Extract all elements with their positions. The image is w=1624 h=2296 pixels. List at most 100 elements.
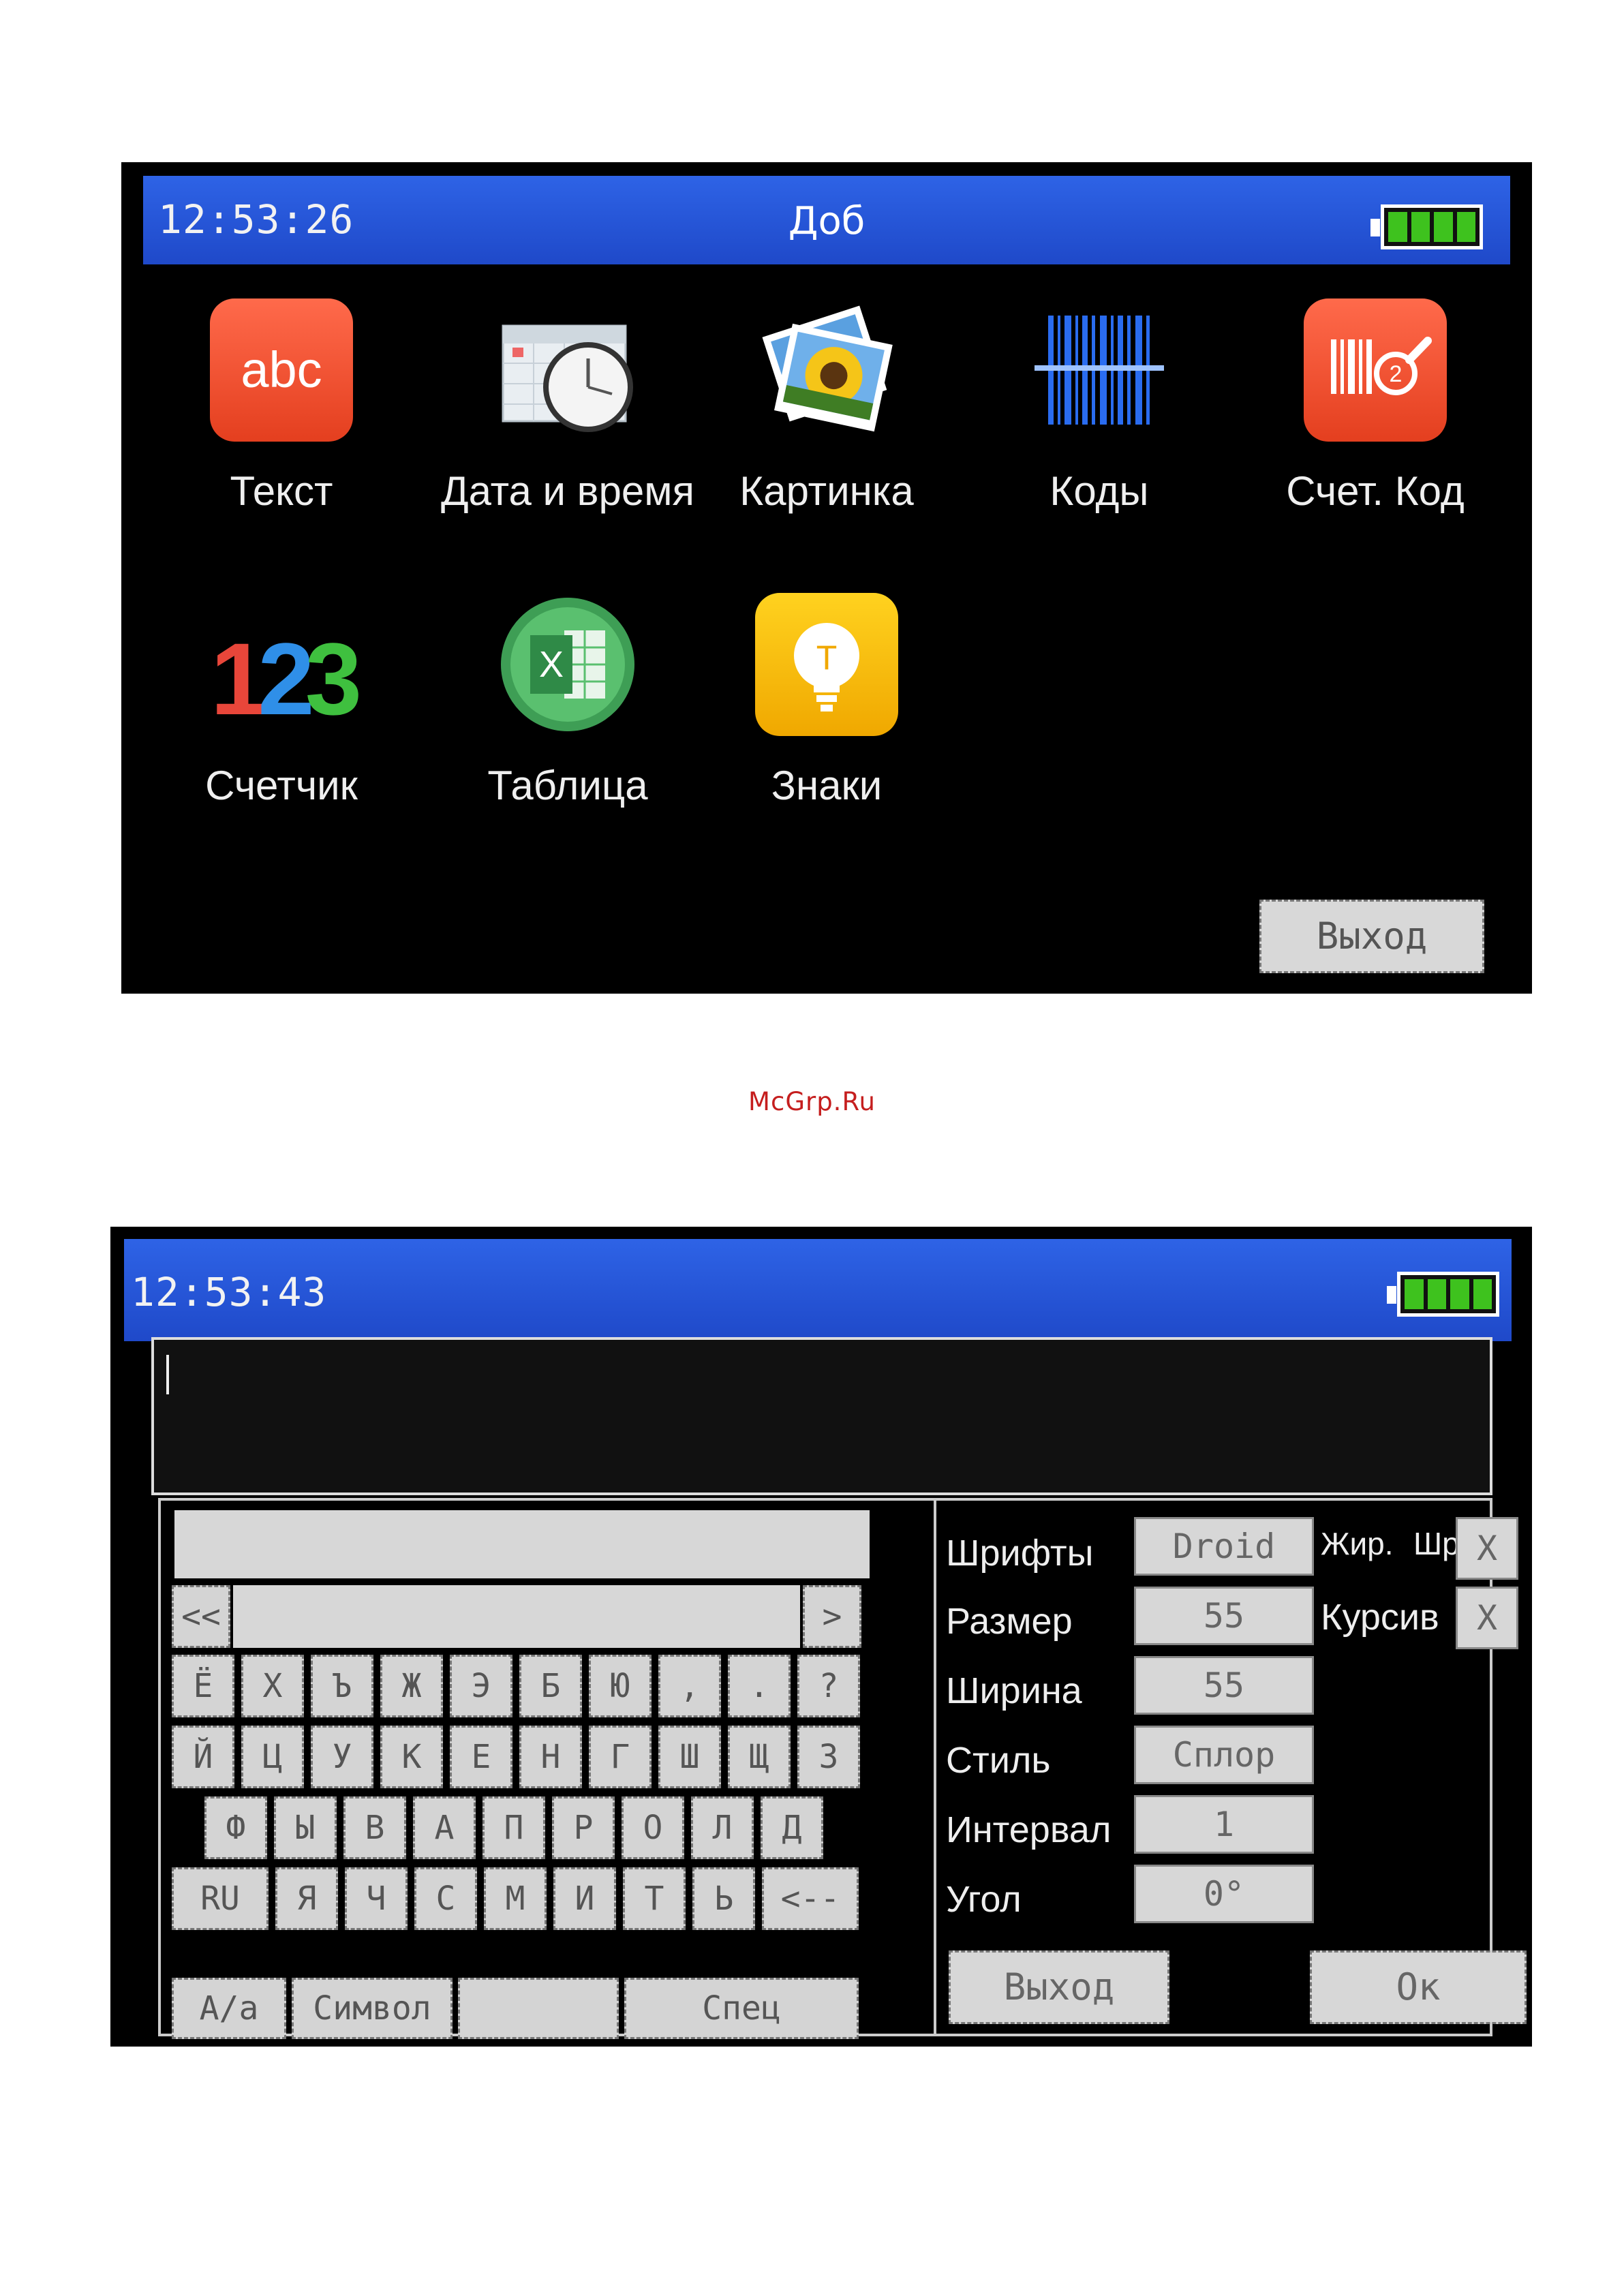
key[interactable]: П: [482, 1796, 545, 1859]
key[interactable]: В: [343, 1796, 406, 1859]
key[interactable]: Б: [519, 1655, 582, 1717]
font-field[interactable]: Droid: [1134, 1517, 1314, 1576]
key[interactable]: Ъ: [311, 1655, 373, 1717]
key[interactable]: И: [553, 1867, 616, 1930]
app-table[interactable]: X Таблица: [431, 593, 704, 809]
ok-button[interactable]: Ок: [1310, 1950, 1527, 2024]
exit-button[interactable]: Выход: [1259, 900, 1484, 973]
fonts-label: Шрифты: [946, 1533, 1094, 1574]
add-menu-screen: 12:53:26 Доб abc Текст Дата и время Карт…: [121, 162, 1532, 994]
key[interactable]: Ы: [274, 1796, 337, 1859]
key[interactable]: Ь: [692, 1867, 755, 1930]
text-edit-screen: 12:53:43 << > Ё Х Ъ Ж Э Б Ю,.? ЙЦУКЕНГШЩЗ ФЫВА…: [110, 1227, 1532, 2047]
key[interactable]: Ж: [380, 1655, 443, 1717]
text-cursor: [166, 1355, 169, 1394]
counter-barcode-icon: 2: [1304, 299, 1447, 442]
key[interactable]: Л: [691, 1796, 754, 1859]
key[interactable]: Р: [552, 1796, 615, 1859]
battery-icon: [1370, 204, 1483, 249]
key[interactable]: У: [311, 1726, 373, 1788]
lightbulb-signs-icon: T: [755, 593, 898, 736]
key[interactable]: Т: [623, 1867, 686, 1930]
key[interactable]: Ш: [658, 1726, 721, 1788]
angle-field[interactable]: 0°: [1134, 1865, 1314, 1923]
key[interactable]: Я: [275, 1867, 338, 1930]
key[interactable]: Ч: [345, 1867, 408, 1930]
key[interactable]: З: [797, 1726, 860, 1788]
app-picture[interactable]: Картинка: [704, 299, 949, 515]
watermark: McGrp.Ru: [748, 1087, 876, 1116]
key[interactable]: К: [380, 1726, 443, 1788]
candidate-bar: [233, 1585, 800, 1648]
bold-width-label: Шр: [1413, 1526, 1456, 1561]
text-input-area[interactable]: [151, 1337, 1492, 1495]
key-next[interactable]: >: [803, 1585, 861, 1648]
counter-123-icon: 123: [210, 593, 363, 736]
key[interactable]: RU: [172, 1867, 269, 1930]
signs-t-glyph: T: [816, 639, 838, 677]
exit-button[interactable]: Выход: [949, 1950, 1169, 2024]
width-field[interactable]: 55: [1134, 1656, 1314, 1715]
key-symbol[interactable]: Символ: [292, 1978, 453, 2039]
key[interactable]: Ю: [589, 1655, 652, 1717]
key[interactable]: ?: [797, 1655, 860, 1717]
interval-field[interactable]: 1: [1134, 1795, 1314, 1854]
title-bar: 12:53:43: [124, 1239, 1512, 1341]
key[interactable]: С: [414, 1867, 477, 1930]
app-label: Знаки: [771, 763, 883, 808]
app-codes[interactable]: Коды: [977, 299, 1222, 515]
key[interactable]: Э: [450, 1655, 512, 1717]
italic-label: Курсив: [1321, 1597, 1439, 1638]
key[interactable]: Г: [589, 1726, 652, 1788]
picture-sunflower-icon: [755, 299, 898, 442]
key[interactable]: Д: [761, 1796, 823, 1859]
digit-three: 3: [305, 622, 363, 736]
key[interactable]: М: [484, 1867, 547, 1930]
app-text[interactable]: abc Текст: [159, 299, 404, 515]
angle-label: Угол: [946, 1879, 1022, 1920]
app-label: Счет. Код: [1286, 468, 1465, 514]
excel-table-icon: X: [496, 593, 639, 736]
key[interactable]: <--: [762, 1867, 859, 1930]
key[interactable]: Ц: [241, 1726, 304, 1788]
key[interactable]: Щ: [728, 1726, 791, 1788]
app-signs[interactable]: T Знаки: [704, 593, 949, 809]
abc-text-icon: abc: [210, 299, 353, 442]
calendar-clock-icon: [496, 299, 639, 442]
app-counter[interactable]: 123 Счетчик: [159, 593, 404, 809]
app-date-time[interactable]: Дата и время: [431, 299, 704, 515]
key[interactable]: Й: [172, 1726, 234, 1788]
digit-one: 1: [210, 622, 268, 736]
italic-toggle[interactable]: X: [1456, 1587, 1518, 1649]
width-label: Ширина: [946, 1670, 1082, 1711]
key-space[interactable]: [458, 1978, 619, 2039]
app-label: Коды: [1050, 468, 1149, 514]
key[interactable]: Н: [519, 1726, 582, 1788]
app-counter-code[interactable]: 2 Счет. Код: [1253, 299, 1498, 515]
key[interactable]: ,: [658, 1655, 721, 1717]
key[interactable]: Ё: [172, 1655, 234, 1717]
app-label: Дата и время: [440, 468, 695, 514]
digit-two: 2: [258, 622, 315, 736]
interval-label: Интервал: [946, 1809, 1112, 1850]
key[interactable]: Е: [450, 1726, 512, 1788]
clock: 12:53:43: [131, 1269, 327, 1315]
style-field[interactable]: Сплор: [1134, 1726, 1314, 1784]
key[interactable]: Х: [241, 1655, 304, 1717]
abc-glyph: abc: [241, 341, 322, 398]
app-label: Текст: [230, 468, 333, 514]
candidate-line: [174, 1510, 870, 1578]
battery-icon: [1387, 1272, 1499, 1317]
key[interactable]: .: [728, 1655, 791, 1717]
key-special[interactable]: Спец: [624, 1978, 859, 2039]
size-field[interactable]: 55: [1134, 1587, 1314, 1645]
svg-text:2: 2: [1390, 361, 1403, 387]
key-prev[interactable]: <<: [172, 1585, 230, 1648]
bold-toggle[interactable]: X: [1456, 1517, 1518, 1580]
text-settings-panel: Шрифты Droid Жир. Шр X Размер 55 Курсив …: [936, 1498, 1527, 2036]
key[interactable]: А: [413, 1796, 476, 1859]
key[interactable]: О: [622, 1796, 684, 1859]
key[interactable]: Ф: [204, 1796, 267, 1859]
app-label: Счетчик: [205, 763, 358, 808]
key-case-toggle[interactable]: A/a: [172, 1978, 286, 2039]
